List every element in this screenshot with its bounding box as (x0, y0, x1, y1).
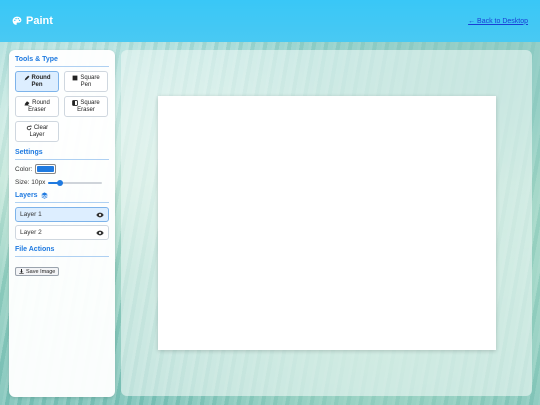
color-picker[interactable] (35, 164, 57, 174)
save-image-label: Save Image (26, 268, 56, 275)
layers-icon (40, 192, 48, 199)
layer-item-1[interactable]: Layer 1 (15, 207, 109, 222)
slider-thumb[interactable] (57, 179, 64, 186)
layer-label: Layer 2 (20, 229, 42, 236)
tool-grid: Round Pen Square Pen Round Eraser Square… (15, 71, 109, 142)
eye-icon[interactable] (96, 212, 104, 218)
tools-section-title: Tools & Type (15, 56, 109, 67)
tool-label: Square (80, 74, 100, 81)
eye-icon[interactable] (96, 230, 104, 236)
pen-icon (24, 75, 29, 81)
file-actions-section-label: File Actions (15, 246, 55, 253)
color-setting: Color: (15, 164, 109, 174)
square-pen-button[interactable]: Square Pen (64, 71, 108, 92)
tool-label: Round (31, 74, 51, 81)
tool-label: Eraser (77, 106, 95, 113)
layers-section-label: Layers (15, 192, 38, 199)
tools-sidebar: Tools & Type Round Pen Square Pen Round … (9, 50, 115, 397)
tool-label: Pen (31, 81, 43, 88)
color-swatch-fill (37, 166, 55, 172)
tool-label: Layer (29, 131, 45, 138)
size-slider[interactable] (48, 179, 103, 186)
drawing-canvas[interactable] (158, 96, 496, 350)
settings-section-label: Settings (15, 149, 43, 156)
size-label: Size: 10px (15, 179, 46, 186)
save-image-button[interactable]: Save Image (15, 267, 60, 276)
clear-layer-button[interactable]: Clear Layer (15, 121, 59, 142)
refresh-icon (26, 125, 32, 131)
eraser-icon (24, 101, 30, 106)
app-title-text: Paint (26, 15, 53, 27)
size-setting: Size: 10px (15, 179, 109, 186)
palette-icon (12, 16, 22, 25)
color-label: Color: (15, 165, 33, 173)
round-eraser-button[interactable]: Round Eraser (15, 96, 59, 117)
tool-label: Eraser (28, 106, 46, 113)
back-to-desktop-link[interactable]: ← Back to Desktop (468, 18, 528, 25)
canvas-workspace (121, 50, 532, 396)
layer-item-2[interactable]: Layer 2 (15, 225, 109, 240)
app-title: Paint (12, 15, 53, 27)
tool-label: Pen (80, 81, 92, 88)
app-header: Paint ← Back to Desktop (0, 0, 540, 42)
tool-label: Clear (33, 124, 49, 131)
tool-label: Round (32, 99, 50, 106)
square-eraser-icon (72, 100, 79, 106)
layer-label: Layer 1 (20, 211, 42, 218)
layers-section-title: Layers (15, 192, 109, 203)
round-pen-button[interactable]: Round Pen (15, 71, 59, 92)
download-icon (19, 269, 24, 274)
settings-section-title: Settings (15, 149, 109, 160)
tools-section-label: Tools & Type (15, 56, 58, 63)
tool-label: Square (80, 99, 100, 106)
square-eraser-button[interactable]: Square Eraser (64, 96, 108, 117)
file-actions-section-title: File Actions (15, 246, 109, 257)
square-icon (72, 75, 78, 81)
